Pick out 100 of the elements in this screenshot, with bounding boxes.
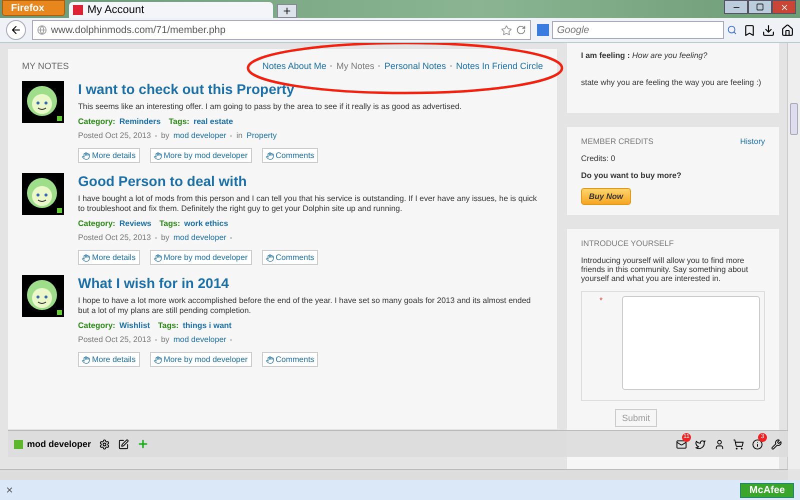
note-text: This seems like an interesting offer. I am going to pass by the area to see if it really is as good as advertised. (78, 102, 463, 112)
addon-button[interactable]: McAfee (740, 482, 794, 498)
bookmarks-icon[interactable] (743, 24, 756, 36)
minimize-button[interactable] (724, 0, 748, 14)
hand-icon (82, 356, 90, 364)
hand-icon (266, 254, 274, 262)
hand-icon (154, 152, 162, 160)
close-icon (780, 2, 788, 12)
note-text: I have bought a lot of mods from this person and I can tell you that his service is outstanding. If I ever have any issues, he is quick to troubleshoot and fix them. Definitely the right guy to get your Dolphin site up and running. (78, 194, 538, 214)
download-icon[interactable] (762, 24, 775, 36)
filter-link[interactable]: Notes In Friend Circle (456, 61, 543, 71)
globe-icon (37, 25, 47, 35)
home-icon[interactable] (781, 24, 794, 36)
category-link[interactable]: Reminders (119, 117, 161, 126)
category-label: Category: (78, 219, 116, 228)
action-button[interactable]: More by mod developer (150, 352, 252, 367)
search-field[interactable]: Google (552, 21, 724, 39)
note-title[interactable]: What I wish for in 2014 (78, 275, 543, 291)
avatar-drawing (22, 275, 64, 317)
action-button[interactable]: More details (78, 250, 140, 265)
credits-text: Credits: 0 (581, 154, 616, 163)
category-link[interactable]: Reviews (119, 219, 152, 228)
plus-icon (137, 438, 150, 450)
introduce-text: Introducing yourself will allow you to find more friends in this community. Say something about yourself and what you are interested in. (581, 256, 750, 283)
posted-date: Posted Oct 25, 2013 (78, 131, 151, 140)
feeling-reason: state why you are feeling the way you are feeling :) (581, 78, 762, 87)
wrench-icon (771, 438, 782, 450)
place-link[interactable]: Property (246, 131, 277, 140)
by-label: by (160, 131, 170, 140)
hand-icon (154, 356, 162, 364)
filter-link[interactable]: Personal Notes (384, 61, 446, 71)
in-label: in (236, 131, 243, 140)
section-title: MY NOTES (22, 61, 69, 71)
back-button[interactable] (6, 20, 26, 40)
tag-link[interactable]: real estate (193, 117, 234, 126)
hand-icon (266, 356, 274, 364)
mail-icon (676, 438, 687, 450)
action-button[interactable]: More by mod developer (150, 250, 252, 265)
info-icon (752, 438, 763, 450)
search-engine-icon (537, 24, 549, 36)
filter-link[interactable]: Notes About Me (262, 61, 326, 71)
required-mark: * (598, 296, 604, 307)
category-label: Category: (78, 321, 116, 330)
avatar-drawing (22, 173, 64, 215)
author-link[interactable]: mod developer (173, 233, 226, 242)
reload-icon[interactable] (516, 25, 526, 35)
address-bar[interactable]: www.dolphinmods.com/71/member.php (32, 20, 531, 40)
maximize-icon (756, 3, 764, 11)
submit-button[interactable]: Submit (615, 409, 658, 427)
filter-link[interactable]: My Notes (336, 61, 374, 71)
action-button[interactable]: More details (78, 352, 140, 367)
site-favicon (73, 5, 84, 15)
bookmark-star-icon[interactable] (501, 24, 512, 36)
hand-icon (82, 254, 90, 262)
note-text: I hope to have a lot more work accomplished before the end of the year. I have set so many goals for 2013 and its almost ended but a lot of my plans are still pending completion. (78, 296, 532, 316)
history-link[interactable]: History (740, 137, 765, 146)
new-tab-button[interactable] (277, 4, 298, 18)
hand-icon (266, 152, 274, 160)
action-button[interactable]: More by mod developer (150, 148, 252, 163)
plus-icon (282, 6, 292, 16)
settings-icon (99, 438, 110, 450)
action-button[interactable]: More details (78, 148, 140, 163)
tags-label: Tags: (158, 321, 179, 330)
posted-date: Posted Oct 25, 2013 (78, 335, 151, 344)
hand-icon (154, 254, 162, 262)
card-title: MEMBER CREDITS (581, 137, 654, 146)
action-button[interactable]: Comments (262, 148, 318, 163)
edit-icon (118, 438, 130, 450)
user-name[interactable]: mod developer (14, 439, 92, 449)
note-title[interactable]: I want to check out this Property (78, 81, 543, 97)
maximize-button[interactable] (748, 0, 772, 14)
action-button[interactable]: Comments (262, 352, 318, 367)
by-label: by (160, 335, 170, 344)
introduction-field[interactable] (622, 296, 760, 390)
tag-link[interactable]: work ethics (184, 219, 228, 228)
status-square-icon (14, 440, 23, 448)
tags-label: Tags: (168, 117, 190, 126)
scroll-thumb[interactable] (790, 103, 798, 135)
bird-icon (695, 438, 706, 450)
card-title: INTRODUCE YOURSELF (581, 239, 675, 248)
category-label: Category: (78, 117, 116, 126)
browser-tab[interactable]: My Account (69, 2, 274, 18)
author-link[interactable]: mod developer (173, 335, 226, 344)
firefox-menu-button[interactable]: Firefox (2, 0, 66, 16)
search-icon (727, 25, 737, 35)
cart-icon (733, 438, 744, 450)
action-button[interactable]: Comments (262, 250, 318, 265)
tag-link[interactable]: things i want (182, 321, 232, 330)
posted-date: Posted Oct 25, 2013 (78, 233, 151, 242)
author-link[interactable]: mod developer (173, 131, 226, 140)
avatar-drawing (22, 81, 64, 123)
feeling-text: I am feeling : How are you feeling? (581, 51, 708, 60)
buy-now-button[interactable]: Buy Now (581, 188, 631, 205)
close-button[interactable] (772, 0, 796, 14)
note-title[interactable]: Good Person to deal with (78, 173, 543, 189)
tags-label: Tags: (159, 219, 180, 228)
back-arrow-icon (10, 24, 22, 36)
category-link[interactable]: Wishlist (119, 321, 150, 330)
buy-question: Do you want to buy more? (581, 171, 682, 180)
person-icon (714, 438, 725, 450)
